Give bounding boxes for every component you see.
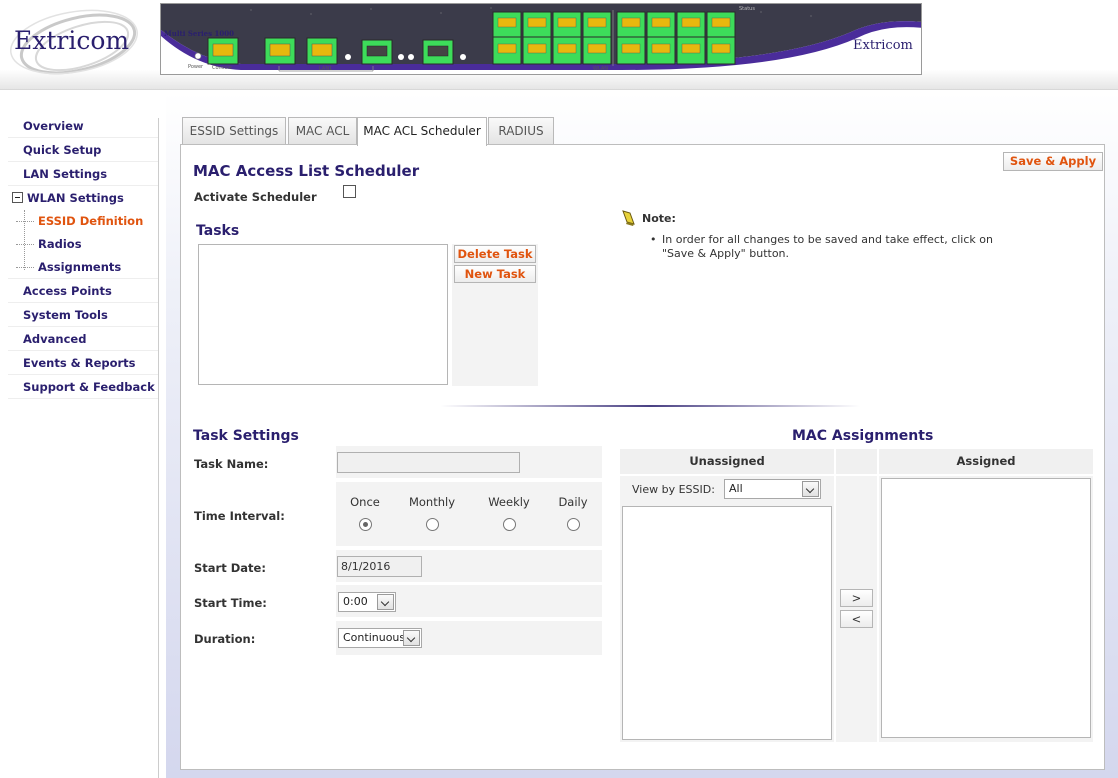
view-by-essid-value: All — [729, 482, 743, 495]
tab-label: MAC ACL — [295, 124, 350, 138]
sidebar-item-quick-setup[interactable]: Quick Setup — [8, 138, 158, 162]
nav-label: LAN Settings — [23, 167, 108, 181]
tab-essid-settings[interactable]: ESSID Settings — [182, 117, 286, 145]
nav-label: Radios — [38, 237, 82, 251]
extricom-logo: Extricom — [6, 4, 146, 78]
interval-once-label: Once — [350, 495, 380, 509]
chevron-down-icon[interactable] — [802, 481, 819, 497]
nav-label: WLAN Settings — [27, 191, 124, 205]
console-label: Console — [212, 65, 232, 71]
tasks-heading: Tasks — [196, 223, 240, 239]
move-right-button[interactable]: > — [840, 589, 873, 607]
device-logo-text: Extricom — [853, 38, 913, 53]
sidebar-item-advanced[interactable]: Advanced — [8, 327, 158, 351]
nav-label: Assignments — [38, 260, 122, 274]
save-apply-button[interactable]: Save & Apply — [1003, 152, 1103, 171]
task-name-input[interactable] — [337, 452, 520, 473]
note-pencil-icon — [622, 210, 635, 226]
tab-label: MAC ACL Scheduler — [363, 124, 481, 138]
start-date-input[interactable]: 8/1/2016 — [337, 556, 422, 577]
section-divider — [440, 405, 860, 407]
new-task-button[interactable]: New Task — [454, 265, 536, 283]
mac-assignments-heading: MAC Assignments — [792, 428, 934, 444]
note-title: Note: — [642, 212, 676, 225]
nav-label: Advanced — [23, 332, 87, 346]
lan1-label: LAN1 — [319, 66, 333, 72]
start-time-label: Start Time: — [194, 596, 267, 610]
sidebar-item-overview[interactable]: Overview — [8, 114, 158, 138]
status-label: Status — [739, 6, 755, 12]
nav-label: Overview — [23, 119, 84, 133]
nav-label: Quick Setup — [23, 143, 102, 157]
move-buttons-panel — [836, 476, 877, 742]
logo-text: Extricom — [14, 26, 130, 55]
unassigned-header: Unassigned — [620, 449, 834, 474]
sidebar-item-wlan-settings[interactable]: WLAN Settings — [8, 186, 158, 210]
nav-label: ESSID Definition — [38, 214, 144, 228]
nav-label: Events & Reports — [23, 356, 136, 370]
sidebar-item-access-points[interactable]: Access Points — [8, 279, 158, 303]
page-title: MAC Access List Scheduler — [193, 162, 420, 180]
nav-label: Support & Feedback — [23, 380, 155, 394]
interval-once-radio[interactable] — [359, 518, 372, 531]
start-time-value: 0:00 — [343, 595, 368, 608]
delete-task-button[interactable]: Delete Task — [454, 245, 536, 263]
start-time-select[interactable]: 0:00 — [338, 592, 396, 612]
app-header: Extricom Multi Series 1000 Power Console… — [0, 0, 1118, 90]
tab-mac-acl-scheduler[interactable]: MAC ACL Scheduler — [357, 117, 487, 146]
view-by-essid-label: View by ESSID: — [632, 483, 715, 496]
power-label: Power — [188, 64, 204, 70]
sidebar-item-assignments[interactable]: Assignments — [8, 256, 158, 279]
device-model-label: Multi Series 1000 — [164, 29, 234, 38]
wlan-label: WLAN — [593, 66, 609, 72]
move-left-button[interactable]: < — [840, 610, 873, 628]
sidebar-item-events-reports[interactable]: Events & Reports — [8, 351, 158, 375]
tasks-listbox[interactable] — [198, 244, 448, 385]
time-interval-field-bg — [336, 482, 602, 546]
spacer-header — [836, 449, 877, 474]
duration-select[interactable]: Continuous — [338, 628, 422, 648]
sidebar-item-radios[interactable]: Radios — [8, 233, 158, 256]
nav-label: System Tools — [23, 308, 108, 322]
interval-daily-radio[interactable] — [567, 518, 580, 531]
nav-tree-line — [24, 210, 25, 270]
assigned-header: Assigned — [879, 449, 1093, 474]
chevron-down-icon[interactable] — [403, 630, 420, 646]
view-by-essid-select[interactable]: All — [724, 479, 821, 499]
interval-weekly-label: Weekly — [488, 495, 530, 509]
interval-monthly-label: Monthly — [408, 495, 456, 509]
task-settings-heading: Task Settings — [193, 428, 299, 444]
sidebar-item-lan-settings[interactable]: LAN Settings — [8, 162, 158, 186]
sidebar-item-system-tools[interactable]: System Tools — [8, 303, 158, 327]
interval-monthly-radio[interactable] — [426, 518, 439, 531]
sidebar-item-support-feedback[interactable]: Support & Feedback — [8, 375, 158, 399]
interval-daily-label: Daily — [558, 495, 588, 509]
task-name-label: Task Name: — [194, 457, 269, 471]
sidebar-item-essid-definition[interactable]: ESSID Definition — [8, 210, 158, 233]
tab-label: RADIUS — [498, 124, 544, 138]
duration-label: Duration: — [194, 632, 256, 646]
time-interval-label: Time Interval: — [194, 509, 285, 523]
tab-mac-acl[interactable]: MAC ACL — [288, 117, 357, 145]
unassigned-listbox[interactable] — [622, 506, 832, 740]
nav-label: Access Points — [23, 284, 112, 298]
duration-value: Continuous — [343, 631, 406, 644]
activate-scheduler-checkbox[interactable] — [343, 185, 356, 198]
tab-radius[interactable]: RADIUS — [488, 117, 554, 145]
assigned-listbox[interactable] — [881, 478, 1091, 738]
device-panel-graphic — [161, 4, 921, 72]
interval-weekly-radio[interactable] — [503, 518, 516, 531]
activate-scheduler-label: Activate Scheduler — [194, 190, 317, 204]
note-bullet-icon: • — [650, 233, 657, 246]
sidebar-nav: Overview Quick Setup LAN Settings WLAN S… — [8, 114, 158, 399]
note-text: In order for all changes to be saved and… — [662, 233, 993, 260]
tab-label: ESSID Settings — [189, 124, 279, 138]
sidebar-divider — [158, 118, 159, 778]
start-date-label: Start Date: — [194, 561, 266, 575]
chevron-down-icon[interactable] — [377, 594, 394, 610]
device-front-panel: Multi Series 1000 Power Console LAN1 WLA… — [160, 3, 922, 75]
collapse-minus-icon[interactable] — [12, 192, 23, 203]
